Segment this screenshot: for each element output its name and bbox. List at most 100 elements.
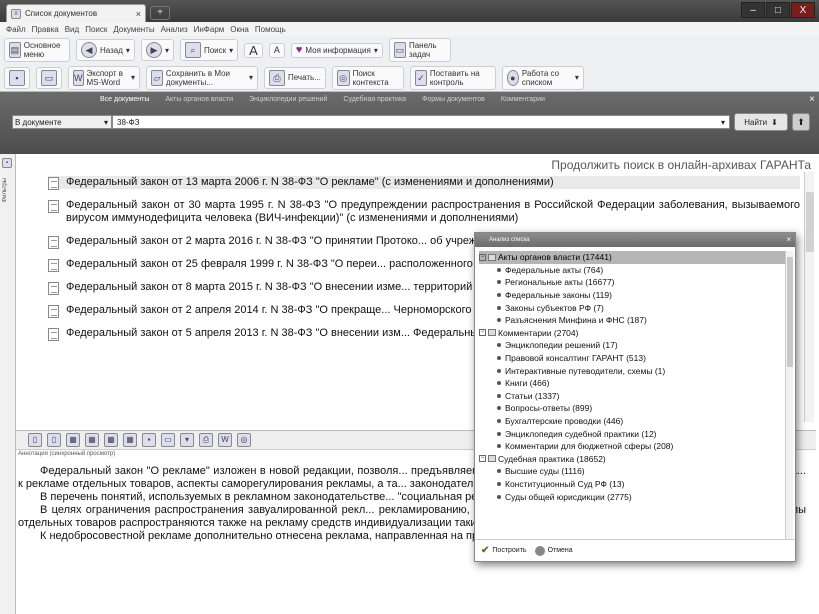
task-panel-button[interactable]: ▭ Панель задач <box>388 38 451 62</box>
export-icon[interactable]: ▦ <box>66 433 80 447</box>
arrow-down-icon: ⬇ <box>771 117 778 127</box>
list-analysis-dialog: Анализ списка × − Акты органов власти (17… <box>474 232 796 562</box>
save-icon[interactable]: ▪ <box>142 433 156 447</box>
menu-documents[interactable]: Документы <box>113 25 154 34</box>
tab-comments[interactable]: Комментарии <box>501 96 545 103</box>
folder-icon <box>488 329 496 337</box>
filters-tab[interactable]: Фильтры <box>2 178 8 202</box>
tab-encyclopedia[interactable]: Энциклопедии решений <box>249 96 327 103</box>
tab-forms[interactable]: Формы документов <box>422 96 485 103</box>
main-menu-button[interactable]: ▤ Основное меню <box>4 38 70 62</box>
tree-item[interactable]: Высшие суды (1116) <box>479 465 785 478</box>
attach-icon[interactable]: ▦ <box>104 433 118 447</box>
save-icon-button[interactable]: ▪ <box>4 66 30 89</box>
dialog-close-icon[interactable]: × <box>786 235 791 244</box>
forward-button[interactable]: ▶ ▾ <box>140 39 174 61</box>
collapse-icon[interactable]: − <box>479 455 486 463</box>
font-decrease-button[interactable]: A <box>268 42 285 58</box>
view-icon-button[interactable]: ▭ <box>36 66 62 89</box>
copy-icon[interactable]: ▯ <box>47 433 61 447</box>
collapse-icon[interactable]: − <box>479 329 486 337</box>
list-icon: ● <box>506 69 519 86</box>
find-previous-button[interactable]: ⬆ <box>792 113 810 131</box>
tree-item[interactable]: Статьи (1337) <box>479 390 785 403</box>
print-preview-icon[interactable]: ▦ <box>85 433 99 447</box>
image-icon[interactable]: ▦ <box>123 433 137 447</box>
printer-icon[interactable]: ⎙ <box>199 433 213 447</box>
tree-item[interactable]: Правовой консалтинг ГАРАНТ (513) <box>479 352 785 365</box>
build-button[interactable]: ✔ Построить <box>481 545 527 556</box>
page-icon[interactable]: ▯ <box>28 433 42 447</box>
window-icon[interactable]: ▭ <box>161 433 175 447</box>
folder-icon <box>488 455 496 463</box>
tab-all-documents[interactable]: Все документы <box>100 96 149 103</box>
tree-group[interactable]: − Акты органов власти (17441) <box>479 251 785 264</box>
menu-help[interactable]: Помощь <box>255 25 286 34</box>
search-input[interactable]: 38-ФЗ ▾ <box>112 115 730 129</box>
font-increase-button[interactable]: A <box>244 42 263 58</box>
list-item[interactable]: Федеральный закон от 30 марта 1995 г. N … <box>48 199 800 225</box>
bullet-icon <box>497 356 501 361</box>
menu-search[interactable]: Поиск <box>85 25 107 34</box>
control-icon: ✓ <box>414 69 427 86</box>
scrollbar-thumb[interactable] <box>806 192 814 252</box>
toolbar-main: ▤ Основное меню ◀ Назад ▾ ▶ ▾ ⌕ Поиск ▾ A A ♥ М… <box>0 36 819 64</box>
scrollbar-thumb[interactable] <box>787 257 793 367</box>
document-list-scrollbar[interactable] <box>804 172 814 422</box>
binoculars-icon[interactable]: ◎ <box>237 433 251 447</box>
tree-item[interactable]: Интерактивные путеводители, схемы (1) <box>479 364 785 377</box>
menu-windows[interactable]: Окна <box>230 25 249 34</box>
tab-acts[interactable]: Акты органов власти <box>165 96 233 103</box>
close-window-button[interactable]: X <box>791 2 815 18</box>
tab-close-icon[interactable]: × <box>136 9 141 19</box>
list-item[interactable]: Федеральный закон от 13 марта 2006 г. N … <box>48 176 800 190</box>
tree-item[interactable]: Региональные акты (16677) <box>479 276 785 289</box>
tab-court-practice[interactable]: Судебная практика <box>343 96 406 103</box>
search-scope-select[interactable]: В документе ▾ <box>12 115 112 129</box>
save-to-my-documents-button[interactable]: ▱ Сохранить в Мои документы... ▾ <box>146 65 258 90</box>
put-on-control-button[interactable]: ✓ Поставить на контроль <box>409 65 496 90</box>
tree-item[interactable]: Бухгалтерские проводки (446) <box>479 415 785 428</box>
tree-item[interactable]: Федеральные законы (119) <box>479 289 785 302</box>
minimize-button[interactable]: – <box>741 2 765 18</box>
tree-item[interactable]: Книги (466) <box>479 377 785 390</box>
my-info-button[interactable]: ♥ Моя информация ▾ <box>290 42 383 58</box>
menu-edit[interactable]: Правка <box>32 25 59 34</box>
menu-bar: Файл Правка Вид Поиск Документы Анализ И… <box>0 22 819 36</box>
maximize-button[interactable]: □ <box>766 2 790 18</box>
search-button[interactable]: ⌕ Поиск ▾ <box>179 39 239 61</box>
export-word-button[interactable]: W Экспорт в MS-Word ▾ <box>68 65 140 90</box>
menu-infarm[interactable]: ИнФарм <box>194 25 225 34</box>
search-panel-close-icon[interactable]: × <box>809 94 815 105</box>
tree-item[interactable]: Вопросы-ответы (899) <box>479 402 785 415</box>
menu-analysis[interactable]: Анализ <box>161 25 188 34</box>
menu-file[interactable]: Файл <box>6 25 26 34</box>
export-word-icon[interactable]: W <box>218 433 232 447</box>
dialog-scrollbar[interactable] <box>785 251 793 539</box>
tab-document-list[interactable]: ≡ Список документов × <box>6 4 146 22</box>
tree-item[interactable]: Энциклопедии решений (17) <box>479 339 785 352</box>
main-menu-icon: ▤ <box>9 42 21 58</box>
continue-search-link[interactable]: Продолжить поиск в онлайн-архивах ГАРАНТ… <box>551 158 811 172</box>
document-icon <box>48 328 59 341</box>
work-with-list-button[interactable]: ● Работа со списком ▾ <box>501 65 584 90</box>
tree-item[interactable]: Законы субъектов РФ (7) <box>479 301 785 314</box>
back-button[interactable]: ◀ Назад ▾ <box>76 39 135 61</box>
find-button[interactable]: Найти ⬇ <box>734 113 788 131</box>
panel-toggle-icon[interactable]: ▪ <box>2 158 12 168</box>
tree-item[interactable]: Федеральные акты (764) <box>479 264 785 277</box>
tree-item[interactable]: Суды общей юрисдикции (2775) <box>479 490 785 503</box>
menu-view[interactable]: Вид <box>65 25 79 34</box>
collapse-icon[interactable]: − <box>479 253 486 261</box>
tree-item[interactable]: Энциклопедия судебной практики (12) <box>479 427 785 440</box>
cancel-button[interactable]: Отмена <box>534 545 573 556</box>
new-tab-button[interactable]: + <box>150 6 170 20</box>
options-icon[interactable]: ▾ <box>180 433 194 447</box>
tree-item[interactable]: Комментарии для бюджетной сферы (208) <box>479 440 785 453</box>
tree-group[interactable]: − Комментарии (2704) <box>479 327 785 340</box>
tree-group[interactable]: − Судебная практика (18652) <box>479 453 785 466</box>
tree-item[interactable]: Конституционный Суд РФ (13) <box>479 478 785 491</box>
print-button[interactable]: ⎙ Печать... <box>264 66 326 89</box>
tree-item[interactable]: Разъяснения Минфина и ФНС (187) <box>479 314 785 327</box>
context-search-button[interactable]: ◎ Поиск контекста <box>331 65 404 90</box>
